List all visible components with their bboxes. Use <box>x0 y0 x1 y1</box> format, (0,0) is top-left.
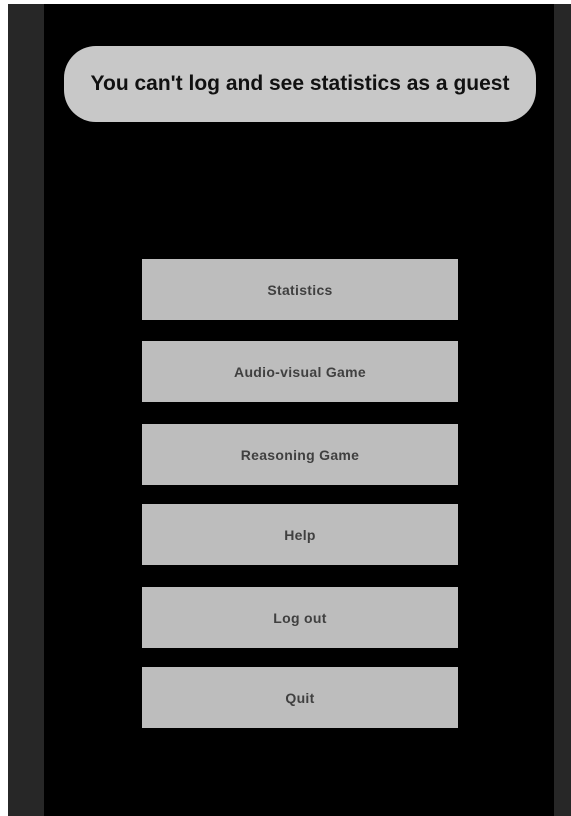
statistics-button[interactable]: Statistics <box>142 259 458 320</box>
quit-button[interactable]: Quit <box>142 667 458 728</box>
main-menu-screen: You can't log and see statistics as a gu… <box>44 4 554 816</box>
toast-message: You can't log and see statistics as a gu… <box>90 72 510 95</box>
log-out-button[interactable]: Log out <box>142 587 458 648</box>
help-button[interactable]: Help <box>142 504 458 565</box>
guest-warning-toast: You can't log and see statistics as a gu… <box>64 46 536 122</box>
app-screen: You can't log and see statistics as a gu… <box>8 4 571 816</box>
audio-visual-game-button[interactable]: Audio-visual Game <box>142 341 458 402</box>
reasoning-game-button[interactable]: Reasoning Game <box>142 424 458 485</box>
